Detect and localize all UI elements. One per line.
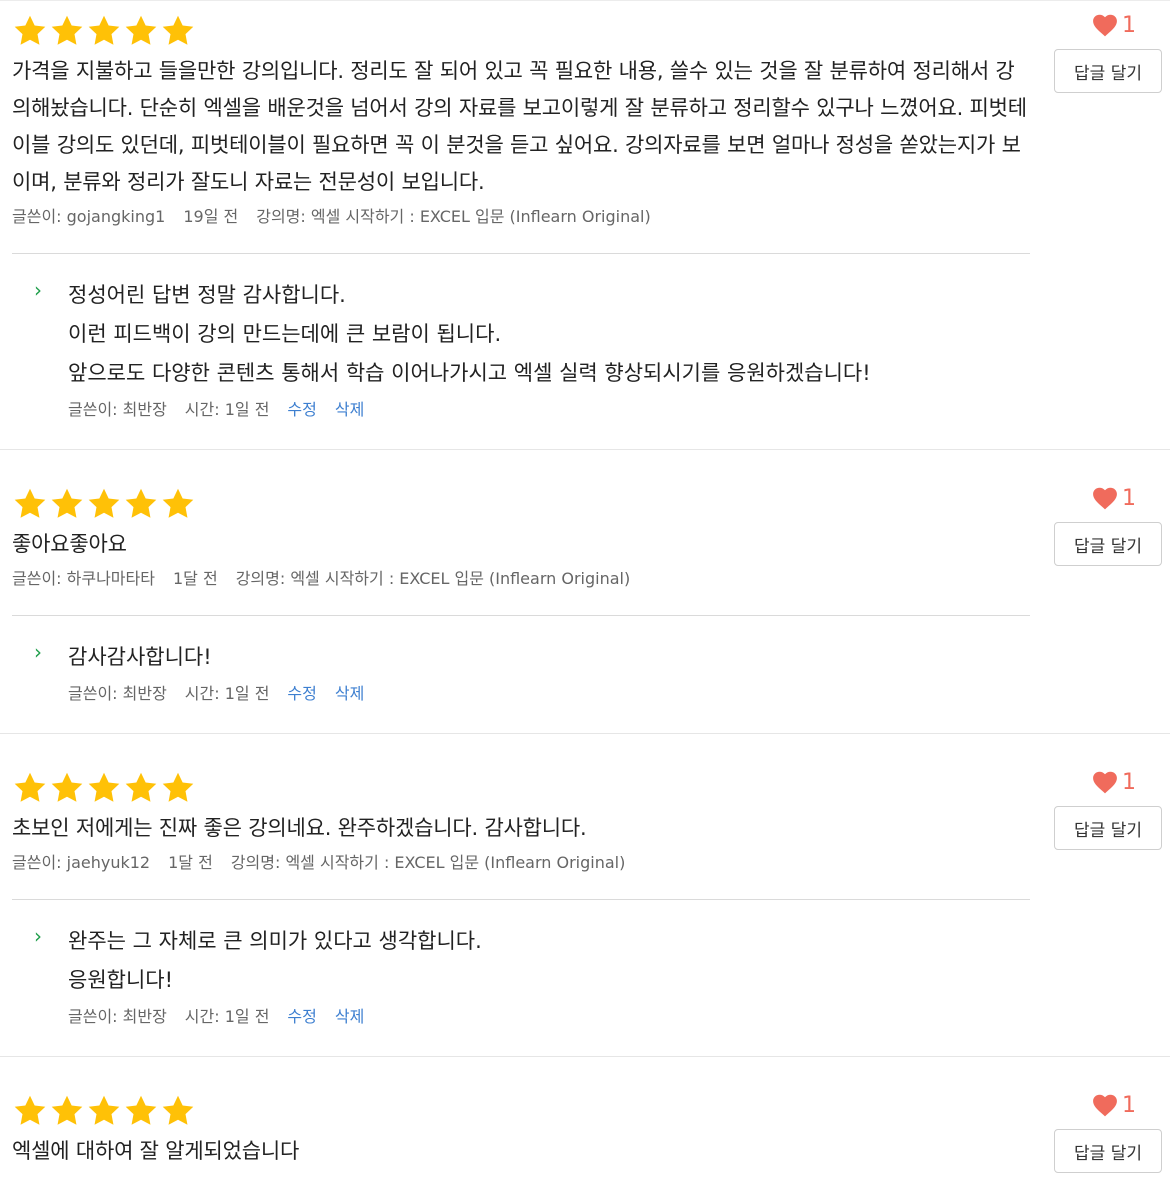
reply-meta: 글쓴이: 최반장 시간: 1일 전 수정 삭제: [68, 1006, 1170, 1028]
star-icon: [160, 13, 196, 49]
star-icon: [49, 770, 85, 806]
like-count: 1: [1122, 12, 1136, 38]
review-actions: 1 답글 달기: [1052, 768, 1162, 850]
heart-icon: [1092, 1093, 1118, 1117]
reply-line: 응원합니다!: [68, 968, 174, 992]
star-icon: [123, 1093, 159, 1129]
write-reply-button[interactable]: 답글 달기: [1054, 1129, 1162, 1173]
review-course: 강의명: 엑셀 시작하기 : EXCEL 입문 (Inflearn Origin…: [235, 569, 631, 588]
delete-link[interactable]: 삭제: [335, 1006, 364, 1028]
reply: › 완주는 그 자체로 큰 의미가 있다고 생각합니다. 응원합니다! 글쓴이:…: [12, 900, 1170, 1056]
review-author: 글쓴이: 하쿠나마타타: [12, 569, 155, 588]
review-actions: 1 답글 달기: [1052, 11, 1162, 93]
edit-link[interactable]: 수정: [287, 1006, 316, 1028]
review-author: 글쓴이: gojangking1: [12, 207, 166, 226]
review-time: 1달 전: [172, 569, 218, 588]
star-icon: [123, 486, 159, 522]
reply-time: 시간: 1일 전: [184, 1007, 270, 1026]
review-item: 엑셀에 대하여 잘 알게되었습니다 1 답글 달기: [0, 1057, 1170, 1173]
star-icon: [123, 13, 159, 49]
reply-author: 글쓴이: 최반장: [68, 684, 167, 703]
star-icon: [86, 1093, 122, 1129]
heart-icon: [1092, 13, 1118, 37]
review-course: 강의명: 엑셀 시작하기 : EXCEL 입문 (Inflearn Origin…: [230, 853, 626, 872]
chevron-right-icon: ›: [34, 640, 42, 664]
star-icon: [12, 1093, 48, 1129]
star-icon: [160, 1093, 196, 1129]
like-button[interactable]: 1: [1092, 11, 1136, 39]
like-button[interactable]: 1: [1092, 1091, 1136, 1119]
reply-text: 감사감사합니다!: [68, 638, 1170, 677]
write-reply-button[interactable]: 답글 달기: [1054, 522, 1162, 566]
reply-line: 앞으로도 다양한 콘텐츠 통해서 학습 이어나가시고 엑셀 실력 향상되시기를 …: [68, 361, 871, 385]
edit-link[interactable]: 수정: [287, 683, 316, 705]
star-icon: [160, 770, 196, 806]
like-button[interactable]: 1: [1092, 484, 1136, 512]
like-button[interactable]: 1: [1092, 768, 1136, 796]
review-body: 초보인 저에게는 진짜 좋은 강의네요. 완주하겠습니다. 감사합니다.: [12, 816, 587, 840]
delete-link[interactable]: 삭제: [335, 683, 364, 705]
star-icon: [12, 13, 48, 49]
reply-author: 글쓴이: 최반장: [68, 1007, 167, 1026]
review-meta: 글쓴이: gojangking1 19일 전 강의명: 엑셀 시작하기 : EX…: [12, 205, 1170, 229]
star-icon: [49, 13, 85, 49]
star-icon: [123, 770, 159, 806]
review-actions: 1 답글 달기: [1052, 1091, 1162, 1173]
review-course: 강의명: 엑셀 시작하기 : EXCEL 입문 (Inflearn Origin…: [256, 207, 651, 226]
review-time: 19일 전: [183, 207, 239, 226]
star-rating: [12, 770, 1170, 806]
star-icon: [86, 486, 122, 522]
heart-icon: [1092, 770, 1118, 794]
review-body: 가격을 지불하고 들을만한 강의입니다. 정리도 잘 되어 있고 꼭 필요한 내…: [12, 59, 1027, 194]
star-icon: [12, 770, 48, 806]
review-author: 글쓴이: jaehyuk12: [12, 853, 151, 872]
review-item: 가격을 지불하고 들을만한 강의입니다. 정리도 잘 되어 있고 꼭 필요한 내…: [0, 0, 1170, 450]
reply-line: 완주는 그 자체로 큰 의미가 있다고 생각합니다.: [68, 929, 482, 953]
star-icon: [86, 13, 122, 49]
reply-line: 이런 피드백이 강의 만드는데에 큰 보람이 됩니다.: [68, 322, 502, 346]
review-time: 1달 전: [168, 853, 213, 872]
write-reply-button[interactable]: 답글 달기: [1054, 806, 1162, 850]
star-icon: [160, 486, 196, 522]
review-list: 가격을 지불하고 들을만한 강의입니다. 정리도 잘 되어 있고 꼭 필요한 내…: [0, 0, 1170, 1173]
review-item: 초보인 저에게는 진짜 좋은 강의네요. 완주하겠습니다. 감사합니다. 글쓴이…: [0, 734, 1170, 1057]
chevron-right-icon: ›: [34, 924, 42, 948]
reply: › 정성어린 답변 정말 감사합니다. 이런 피드백이 강의 만드는데에 큰 보…: [12, 254, 1170, 449]
reply-line: 감사감사합니다!: [68, 645, 212, 669]
review-body: 엑셀에 대하여 잘 알게되었습니다: [12, 1139, 300, 1163]
star-rating: [12, 1093, 1170, 1129]
star-rating: [12, 13, 1170, 49]
review-actions: 1 답글 달기: [1052, 484, 1162, 566]
review-body: 좋아요좋아요: [12, 532, 127, 556]
like-count: 1: [1122, 769, 1136, 795]
reply-author: 글쓴이: 최반장: [68, 400, 167, 419]
edit-link[interactable]: 수정: [287, 399, 316, 421]
review-item: 좋아요좋아요 글쓴이: 하쿠나마타타 1달 전 강의명: 엑셀 시작하기 : E…: [0, 450, 1170, 734]
delete-link[interactable]: 삭제: [335, 399, 364, 421]
review-meta: 글쓴이: jaehyuk12 1달 전 강의명: 엑셀 시작하기 : EXCEL…: [12, 851, 1170, 875]
review-meta: 글쓴이: 하쿠나마타타 1달 전 강의명: 엑셀 시작하기 : EXCEL 입문…: [12, 567, 1170, 591]
reply-meta: 글쓴이: 최반장 시간: 1일 전 수정 삭제: [68, 399, 1170, 421]
reply-time: 시간: 1일 전: [184, 684, 270, 703]
reply-text: 완주는 그 자체로 큰 의미가 있다고 생각합니다. 응원합니다!: [68, 922, 1170, 1000]
heart-icon: [1092, 486, 1118, 510]
star-icon: [86, 770, 122, 806]
reply-meta: 글쓴이: 최반장 시간: 1일 전 수정 삭제: [68, 683, 1170, 705]
reply-text: 정성어린 답변 정말 감사합니다. 이런 피드백이 강의 만드는데에 큰 보람이…: [68, 276, 1170, 393]
like-count: 1: [1122, 1092, 1136, 1118]
reply-line: 정성어린 답변 정말 감사합니다.: [68, 283, 346, 307]
write-reply-button[interactable]: 답글 달기: [1054, 49, 1162, 93]
star-rating: [12, 486, 1170, 522]
chevron-right-icon: ›: [34, 278, 42, 302]
star-icon: [12, 486, 48, 522]
star-icon: [49, 1093, 85, 1129]
like-count: 1: [1122, 485, 1136, 511]
star-icon: [49, 486, 85, 522]
reply: › 감사감사합니다! 글쓴이: 최반장 시간: 1일 전 수정 삭제: [12, 616, 1170, 733]
reply-time: 시간: 1일 전: [184, 400, 270, 419]
